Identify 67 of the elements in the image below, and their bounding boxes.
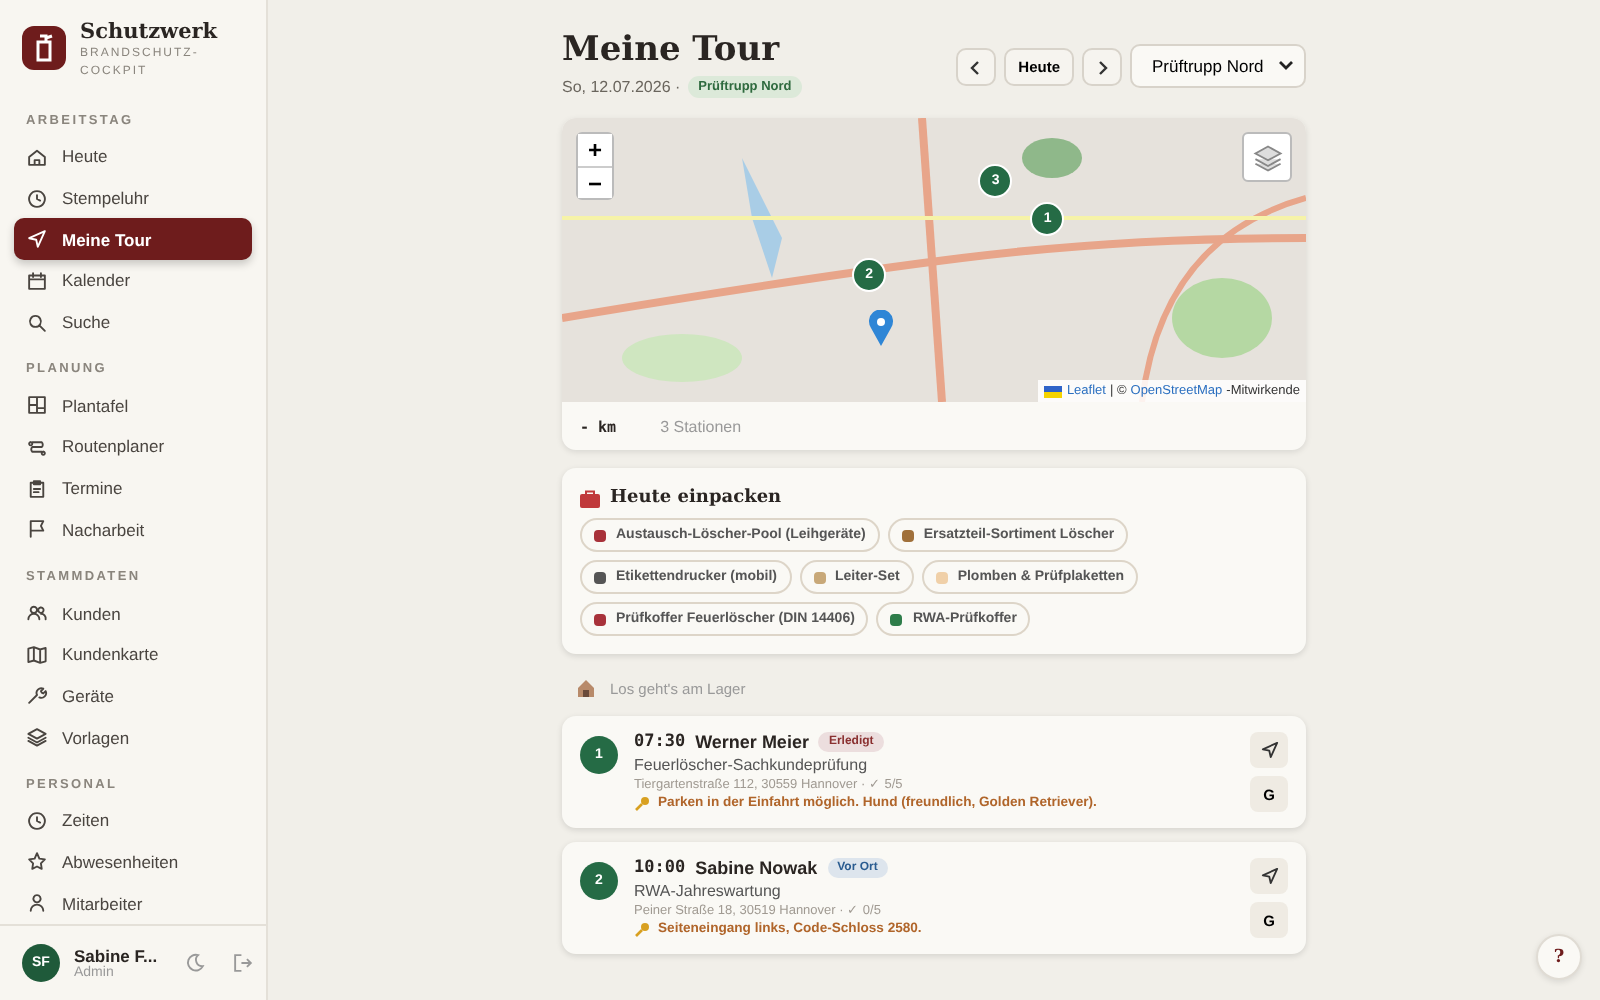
service-name: RWA-Jahreswartung — [634, 881, 783, 899]
customer-name: Sabine Nowak — [695, 858, 818, 878]
navigate-button[interactable] — [1250, 858, 1288, 894]
nav-item[interactable]: Suche — [14, 301, 252, 343]
flag-icon — [26, 518, 48, 541]
key-icon — [634, 921, 650, 937]
wrench-icon — [26, 684, 48, 707]
logout-icon[interactable] — [231, 952, 254, 974]
moon-icon[interactable] — [183, 952, 206, 974]
layers-button[interactable] — [1242, 132, 1292, 182]
nav-item[interactable]: Termine — [14, 467, 252, 509]
house-icon — [576, 678, 596, 698]
clock-icon — [26, 187, 48, 210]
clipboard-icon — [26, 477, 48, 500]
key-icon — [634, 795, 650, 811]
zoom-out-button[interactable]: − — [578, 166, 612, 198]
home-icon — [26, 145, 48, 168]
navigation-icon — [1259, 866, 1279, 886]
map-icon — [26, 643, 48, 666]
pack-title: Heute einpacken — [610, 488, 782, 508]
stations-count: 3 Stationen — [660, 417, 742, 435]
page-title: Meine Tour — [562, 28, 782, 72]
nav-item[interactable]: Abwesenheiten — [14, 841, 252, 883]
layers-icon — [26, 726, 48, 749]
nav-item[interactable]: Kundenkarte — [14, 633, 252, 676]
date-text: So, 12.07.2026 · — [562, 78, 681, 96]
chevron-down-icon — [1278, 60, 1294, 72]
nav-item[interactable]: Mitarbeiter — [14, 882, 252, 924]
chevron-right-icon — [1094, 59, 1110, 75]
nav-item[interactable]: Vorlagen — [14, 716, 252, 758]
team-select[interactable]: Prüftrupp Nord — [1130, 44, 1306, 88]
nav-item[interactable]: Kunden — [14, 592, 252, 634]
search-icon — [26, 311, 48, 334]
flag-icon — [1044, 385, 1063, 397]
location-pin-icon — [867, 310, 894, 349]
previous-button[interactable] — [956, 48, 997, 86]
next-button[interactable] — [1082, 48, 1122, 86]
toolbox-icon — [580, 489, 600, 507]
stop-time: 10:00 — [634, 858, 686, 878]
logo-icon — [22, 26, 66, 70]
user-name: Sabine F... — [74, 946, 158, 966]
layers-icon — [1251, 141, 1283, 173]
navigation-icon — [1259, 740, 1279, 760]
nav-item[interactable]: Geräte — [14, 675, 252, 717]
users-icon — [26, 602, 48, 625]
navigation-icon — [26, 228, 48, 251]
customer-name: Werner Meier — [695, 732, 809, 752]
stop-time: 07:30 — [634, 732, 686, 752]
nav-item[interactable]: Heute — [14, 136, 252, 178]
person-icon — [26, 892, 48, 915]
nav-item[interactable]: Nacharbeit — [14, 509, 252, 551]
nav-item[interactable]: Zeiten — [14, 799, 252, 842]
help-button[interactable]: ? — [1536, 934, 1582, 980]
star-icon — [26, 850, 48, 873]
nav-item[interactable]: Kalender — [14, 260, 252, 302]
nav-item[interactable]: Stempeluhr — [14, 177, 252, 219]
nav-item[interactable]: Plantafel — [14, 384, 252, 427]
clock-icon — [26, 809, 48, 832]
route-icon — [26, 435, 48, 458]
service-name: Feuerlöscher-Sachkundeprüfung — [634, 755, 870, 773]
navigate-button[interactable] — [1250, 732, 1288, 768]
grid-icon — [26, 394, 48, 417]
calendar-icon — [26, 269, 48, 292]
brand-name: Schutzwerk — [80, 20, 218, 44]
nav-item[interactable]: Routenplaner — [14, 426, 252, 468]
chevron-left-icon — [968, 59, 985, 75]
nav-item[interactable]: Meine Tour — [14, 218, 252, 261]
